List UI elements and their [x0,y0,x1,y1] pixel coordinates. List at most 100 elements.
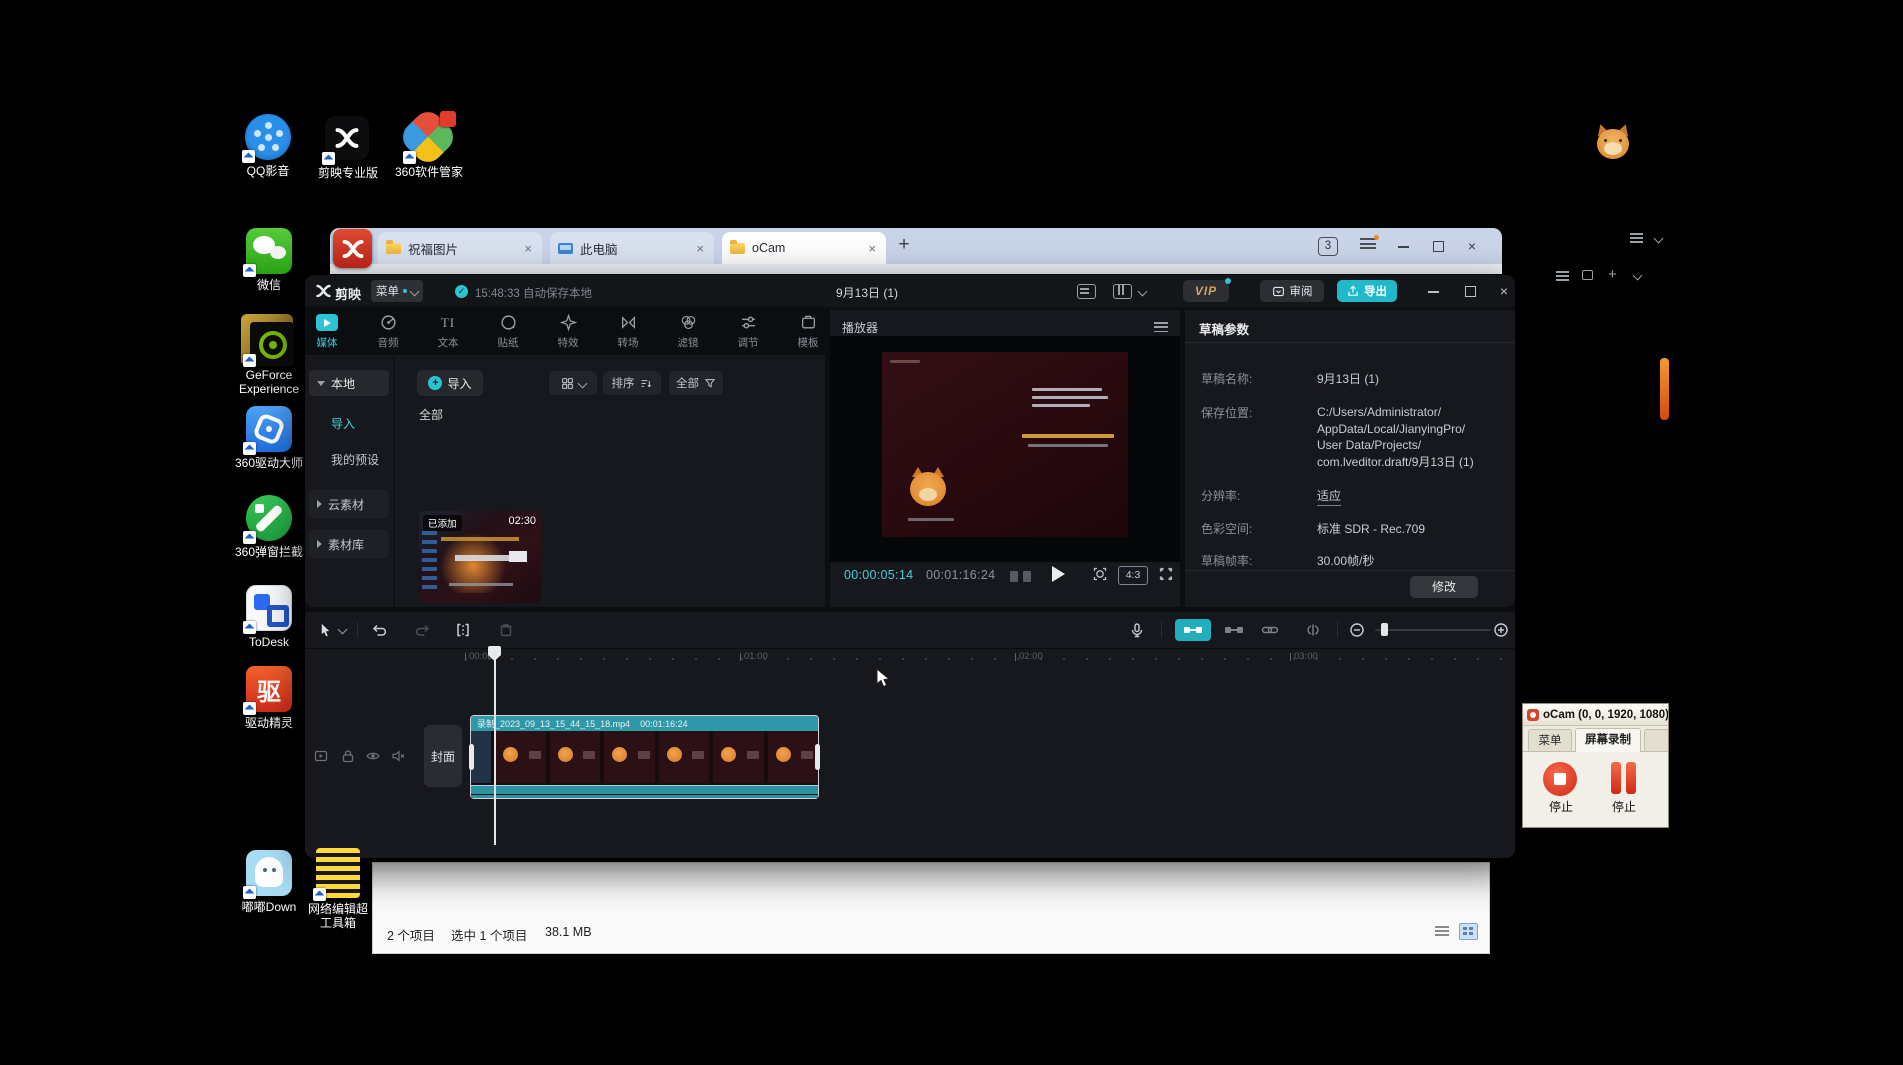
notes-icon[interactable] [1360,238,1376,252]
split-tool-icon[interactable] [455,622,471,638]
tab-close-icon[interactable]: × [694,241,706,256]
view-mode-button[interactable] [549,371,597,395]
sidebar-item-cloud-assets[interactable]: 云素材 [309,490,389,518]
ocam-tab-menu[interactable]: 菜单 [1528,729,1572,751]
playhead-line[interactable] [494,650,496,845]
ocam-tab-partial[interactable] [1644,729,1669,751]
frame-step-icon[interactable] [1010,571,1018,582]
list-icon[interactable] [1556,271,1569,281]
fit-to-screen-icon[interactable] [1092,566,1108,582]
clip-trim-handle-left[interactable] [469,744,474,770]
shiba-pet-widget[interactable] [1595,124,1631,162]
window-minimize-button[interactable] [1423,281,1445,301]
sidebar-item-presets[interactable]: 我的预设 [331,451,379,468]
clip-trim-handle-right[interactable] [815,744,820,770]
import-button[interactable]: + 导入 [417,370,483,396]
lock-icon[interactable] [1582,270,1593,280]
desktop-icon-driver-genius[interactable]: 驱 驱动精灵 [223,666,315,730]
pause-recording-button[interactable] [1626,762,1636,794]
review-button[interactable]: 审阅 [1260,280,1324,302]
hide-track-icon[interactable] [365,748,381,764]
ribbon-tab-effects[interactable]: 特效 [544,313,592,350]
auto-ripple-toggle[interactable] [1225,627,1243,633]
main-track-magnet-toggle[interactable] [1175,619,1211,641]
desktop-icon-360-popup-blocker[interactable]: 360弹窗拦截 [223,495,315,559]
ribbon-tab-text[interactable]: TI 文本 [424,313,472,350]
player-menu-icon[interactable] [1154,322,1168,335]
chevron-down-icon[interactable] [1138,287,1148,297]
vip-badge[interactable]: VIP [1183,280,1229,302]
timeline-zoom-slider[interactable] [1375,629,1491,631]
sidebar-item-import[interactable]: 导入 [331,415,355,432]
menu-button[interactable]: 菜单 [371,280,423,302]
preview-split-icon[interactable] [1305,622,1321,638]
ocam-tab-screen-record[interactable]: 屏幕录制 [1575,728,1641,752]
tab-count-badge[interactable]: 3 [1318,237,1338,256]
desktop-icon-capcut[interactable]: 剪映专业版 [302,116,394,180]
sidebar-item-local[interactable]: 本地 [309,370,389,396]
ribbon-tab-adjust[interactable]: 调节 [724,313,772,350]
desktop-icon-geforce-experience[interactable]: GeForceExperience [223,318,315,396]
desktop-icon-web-toolbox[interactable]: 网络编辑超工具箱 [292,848,384,930]
mute-track-icon[interactable] [390,748,406,764]
resolution-value[interactable]: 适应 [1317,487,1341,506]
undo-icon[interactable] [371,622,387,638]
tab-close-icon[interactable]: × [522,241,534,256]
ribbon-tab-media[interactable]: 媒体 [303,313,351,350]
desktop-icon-qq-player[interactable]: QQ影音 [222,114,314,178]
ocam-titlebar[interactable]: oCam (0, 0, 1920, 1080) [1523,704,1668,726]
select-tool-icon[interactable] [318,622,333,638]
delete-icon[interactable] [498,622,514,638]
new-tab-button[interactable]: + [892,234,916,256]
zoom-in-icon[interactable] [1493,622,1509,638]
desktop-icon-360-driver[interactable]: 360驱动大师 [223,406,315,470]
cover-button[interactable]: 封面 [424,725,462,787]
browser-minimize-button[interactable] [1392,234,1416,258]
sort-button[interactable]: 排序 [603,371,661,395]
redo-icon[interactable] [415,622,431,638]
timeline-clip[interactable]: 录制_2023_09_13_15_44_15_18.mp4 00:01:16:2… [471,716,818,798]
chevron-down-icon[interactable] [1654,234,1664,244]
layout-toggle-icon[interactable] [1077,284,1096,299]
ribbon-tab-filter[interactable]: 滤镜 [664,313,712,350]
link-toggle-icon[interactable] [1261,622,1279,638]
zoom-out-icon[interactable] [1349,622,1365,638]
modify-button[interactable]: 修改 [1410,576,1478,598]
capcut-app-badge[interactable] [333,229,372,268]
window-close-button[interactable]: × [1493,281,1515,301]
chevron-down-icon[interactable] [1633,271,1643,281]
timeline-ruler[interactable] [465,658,1505,660]
export-button[interactable]: 导出 [1337,280,1397,302]
add-icon[interactable]: + [1608,266,1617,283]
lock-track-icon[interactable] [340,748,356,764]
video-preview[interactable] [882,352,1128,537]
desktop-icon-todesk[interactable]: ToDesk [223,585,315,649]
frame-step-icon[interactable] [1023,571,1031,582]
browser-close-button[interactable]: × [1460,234,1484,258]
browser-tab-blessing-images[interactable]: 祝福图片 × [378,232,542,264]
ribbon-tab-audio[interactable]: 音频 [364,313,412,350]
record-voiceover-icon[interactable] [1129,622,1145,639]
sidebar-item-asset-library[interactable]: 素材库 [309,530,389,558]
desktop-icon-360-manager[interactable]: 360软件管家 [383,115,475,179]
track-type-icon[interactable] [313,748,329,764]
chevron-down-icon[interactable] [338,625,348,635]
browser-tab-ocam[interactable]: oCam × [722,232,886,264]
ribbon-tab-transition[interactable]: 转场 [604,313,652,350]
stop-recording-button[interactable] [1543,762,1577,796]
play-button[interactable] [1052,566,1065,582]
aspect-ratio-button[interactable]: 4:3 [1118,566,1148,585]
fullscreen-icon[interactable] [1158,566,1174,582]
pause-recording-button[interactable] [1611,762,1621,794]
ribbon-tab-sticker[interactable]: 贴纸 [484,313,532,350]
filter-button[interactable]: 全部 [669,371,723,395]
browser-maximize-button[interactable] [1426,234,1450,258]
panel-layout-icon[interactable] [1113,284,1132,299]
ribbon-tab-template[interactable]: 模板 [784,313,832,350]
desktop-icon-wechat[interactable]: 微信 [223,228,315,292]
tab-close-icon[interactable]: × [866,241,878,256]
media-clip-card[interactable]: 已添加 02:30 [419,511,541,603]
browser-tab-this-pc[interactable]: 此电脑 × [550,232,714,264]
hamburger-menu-icon[interactable] [1630,233,1643,243]
zoom-slider-handle[interactable] [1381,623,1388,636]
